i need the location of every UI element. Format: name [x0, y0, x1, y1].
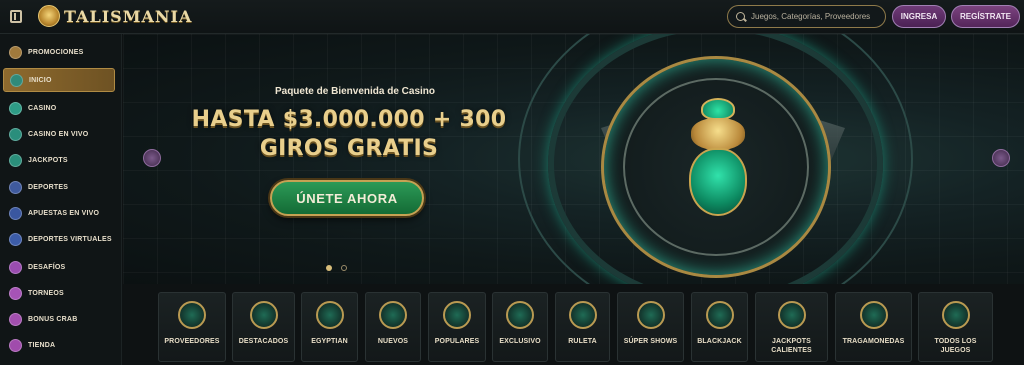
category-egyptian[interactable]: EGYPTIAN	[301, 292, 358, 362]
crown-icon	[443, 301, 471, 329]
category-proveedores[interactable]: PROVEEDORES	[158, 292, 226, 362]
sidebar-toggle-icon[interactable]	[10, 10, 22, 23]
category-label: EXCLUSIVO	[499, 338, 541, 345]
sun-disc-icon	[379, 301, 407, 329]
logo-text: TALISMANIA	[64, 6, 193, 26]
category-exclusivo[interactable]: EXCLUSIVO	[492, 292, 548, 362]
search-input[interactable]	[751, 12, 881, 21]
category-populares[interactable]: POPULARES	[428, 292, 486, 362]
sidebar-item-label: PROMOCIONES	[28, 48, 84, 56]
promo-headline-line1: HASTA $3.000.000 + 300	[191, 107, 507, 132]
top-bar: TALISMANIA INGRESA REGÍSTRATE	[0, 0, 1024, 34]
sidebar-item-label: DEPORTES	[28, 183, 69, 191]
scarab-logo-icon	[38, 5, 60, 27]
category-label: RULETA	[568, 338, 597, 345]
category-tragamonedas[interactable]: TRAGAMONEDAS	[835, 292, 912, 362]
flame-icon	[777, 301, 806, 329]
sidebar-item-desafios[interactable]: DESAFÍOS	[3, 255, 115, 279]
category-label: JACKPOTS CALIENTES	[771, 338, 812, 354]
carousel-prev-icon[interactable]	[143, 149, 161, 167]
sidebar-item-label: DESAFÍOS	[28, 263, 66, 271]
slot-machine-icon	[859, 301, 888, 329]
gift-icon	[9, 45, 22, 59]
live-bet-icon	[9, 206, 22, 220]
carousel-next-icon[interactable]	[992, 149, 1010, 167]
promo-headline-line2: GIROS GRATIS	[259, 136, 439, 161]
sidebar-item-casino[interactable]: CASINO	[3, 96, 115, 120]
show-wheel-icon	[636, 301, 665, 329]
sidebar-item-label: TORNEOS	[28, 289, 64, 297]
sidebar-item-label: BONUS CRAB	[28, 315, 78, 323]
home-icon	[10, 73, 23, 87]
sidebar-item-deportes[interactable]: DEPORTES	[3, 175, 115, 199]
category-jackpots-calientes[interactable]: JACKPOTS CALIENTES	[755, 292, 828, 362]
hero-banner[interactable]: Paquete de Bienvenida de Casino HASTA $3…	[123, 34, 1024, 284]
lotus-icon	[941, 301, 970, 329]
carousel-dot-active[interactable]	[326, 265, 332, 271]
sidebar-item-apuestas-en-vivo[interactable]: APUESTAS EN VIVO	[3, 201, 115, 225]
category-label: TODOS LOS JUEGOS	[934, 338, 977, 354]
sports-ball-icon	[9, 180, 22, 194]
eye-of-horus-icon	[315, 301, 344, 329]
category-label: PROVEEDORES	[164, 338, 220, 345]
sidebar-item-label: APUESTAS EN VIVO	[28, 209, 100, 217]
sidebar-item-deportes-virtuales[interactable]: DEPORTES VIRTUALES	[3, 227, 115, 251]
carousel-dot[interactable]	[341, 265, 347, 271]
sidebar-item-label: CASINO	[28, 104, 57, 112]
sidebar-item-torneos[interactable]: TORNEOS	[3, 281, 115, 305]
category-destacados[interactable]: DESTACADOS	[232, 292, 295, 362]
category-super-shows[interactable]: SÚPER SHOWS	[617, 292, 684, 362]
virtual-sports-icon	[9, 232, 22, 246]
logo[interactable]: TALISMANIA	[38, 5, 192, 27]
spade-icon	[705, 301, 734, 329]
category-label: SÚPER SHOWS	[623, 338, 678, 345]
sidebar-item-promociones[interactable]: PROMOCIONES	[3, 40, 115, 64]
search-box[interactable]	[727, 5, 886, 28]
challenge-icon	[9, 260, 22, 274]
category-label: EGYPTIAN	[311, 338, 348, 345]
category-nuevos[interactable]: NUEVOS	[365, 292, 421, 362]
sidebar-item-label: DEPORTES VIRTUALES	[28, 235, 112, 243]
sidebar-item-label: JACKPOTS	[28, 156, 68, 164]
category-blackjack[interactable]: BLACKJACK	[691, 292, 748, 362]
sidebar-item-bonus-crab[interactable]: BONUS CRAB	[3, 307, 115, 331]
category-todos-los-juegos[interactable]: TODOS LOS JUEGOS	[918, 292, 993, 362]
scarab-illustration	[683, 98, 753, 228]
sidebar-item-jackpots[interactable]: JACKPOTS	[3, 148, 115, 172]
promo-headline: HASTA $3.000.000 + 300 GIROS GRATIS	[189, 105, 509, 163]
category-label: BLACKJACK	[697, 338, 742, 345]
scarab-icon	[249, 301, 278, 329]
live-dealer-icon	[9, 127, 22, 141]
shop-icon	[9, 338, 22, 352]
sidebar-item-label: CASINO EN VIVO	[28, 130, 89, 138]
jackpot-icon	[9, 153, 22, 167]
chip-icon	[9, 101, 22, 115]
sidebar-item-inicio[interactable]: INICIO	[3, 68, 115, 92]
category-label: DESTACADOS	[238, 338, 289, 345]
register-button[interactable]: REGÍSTRATE	[951, 5, 1020, 28]
pharaoh-icon	[506, 301, 534, 329]
login-button[interactable]: INGRESA	[892, 5, 946, 28]
sidebar: PROMOCIONES INICIO CASINO CASINO EN VIVO…	[0, 34, 122, 365]
sidebar-item-label: INICIO	[29, 76, 52, 84]
trophy-icon	[9, 286, 22, 300]
sidebar-item-casino-en-vivo[interactable]: CASINO EN VIVO	[3, 122, 115, 146]
category-label: POPULARES	[434, 338, 480, 345]
sidebar-item-tienda[interactable]: TIENDA	[3, 333, 115, 357]
search-icon	[736, 12, 745, 21]
crab-icon	[9, 312, 22, 326]
category-label: TRAGAMONEDAS	[842, 338, 905, 345]
join-now-button[interactable]: ÚNETE AHORA	[270, 180, 424, 216]
category-label: NUEVOS	[377, 338, 409, 345]
sidebar-item-label: TIENDA	[28, 341, 56, 349]
promo-subtitle: Paquete de Bienvenida de Casino	[274, 86, 436, 97]
category-ruleta[interactable]: RULETA	[555, 292, 610, 362]
scroll-icon	[178, 301, 206, 329]
roulette-icon	[568, 301, 597, 329]
